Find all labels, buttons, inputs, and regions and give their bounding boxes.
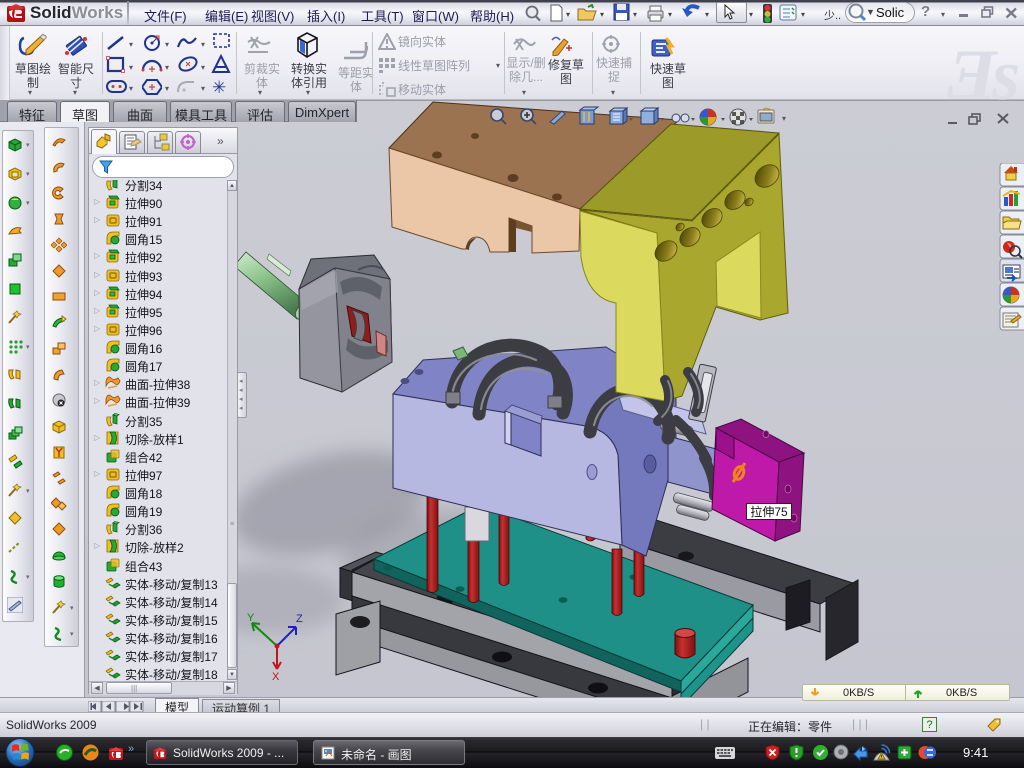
svg-text:Z: Z	[296, 613, 303, 625]
svg-text:X: X	[272, 671, 280, 683]
svg-text:Y: Y	[247, 612, 255, 624]
